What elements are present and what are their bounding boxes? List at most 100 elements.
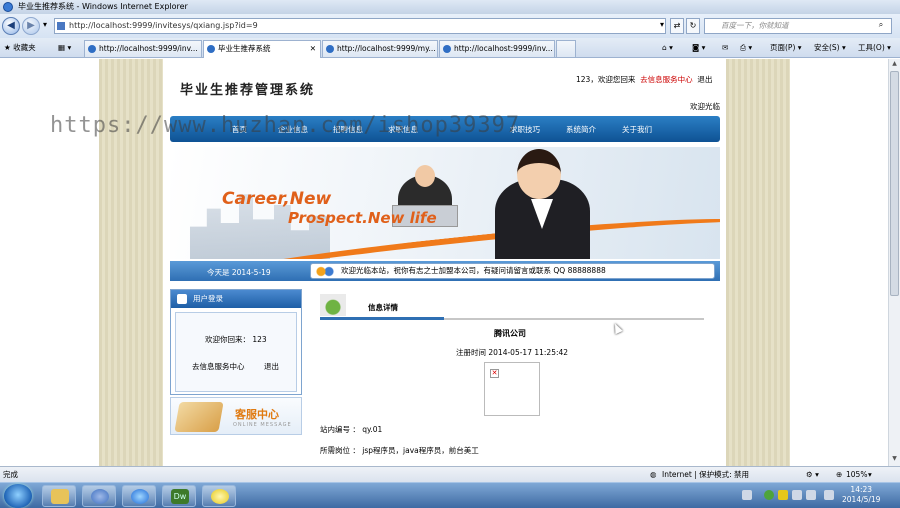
zoom-dropdown-icon[interactable]: ▾	[868, 467, 872, 482]
user-icon	[177, 294, 187, 304]
window-titlebar: 毕业生推荐系统 - Windows Internet Explorer	[0, 0, 900, 14]
zoom-icon: ⊕	[836, 470, 843, 479]
login-center-link[interactable]: 去信息服务中心	[192, 361, 245, 372]
tools-menu[interactable]: 工具(O) ▾	[858, 40, 891, 56]
clock-time: 14:23	[850, 485, 873, 494]
safety-menu[interactable]: 安全(S) ▾	[814, 40, 846, 56]
flag-tray-icon[interactable]	[778, 490, 788, 500]
service-title: 客服中心	[235, 408, 279, 421]
folder-icon	[51, 489, 69, 504]
protected-icon[interactable]: ⚙ ▾	[806, 467, 819, 482]
banner-line2: Prospect.New life	[288, 209, 437, 227]
page-icon	[57, 22, 65, 30]
user-greeting: 123，欢迎您回来	[576, 75, 636, 84]
tab-item-active[interactable]: 毕业生推荐系统 ✕	[203, 40, 321, 58]
logout-link[interactable]: 退出	[697, 75, 712, 84]
favorites-button[interactable]: ★ 收藏夹	[4, 40, 36, 56]
zoom-level[interactable]: 105%	[846, 467, 867, 482]
app-taskbar-button[interactable]	[202, 485, 236, 507]
login-box-title: 用户登录	[193, 294, 223, 303]
scroll-up-icon[interactable]: ▲	[890, 60, 899, 70]
info-header: 信息详情	[320, 294, 704, 320]
company-image-placeholder: ✕	[484, 362, 540, 416]
compat-view-icon[interactable]: ⇄	[670, 18, 684, 34]
address-toolbar: ◀ ▶ ▾ http://localhost:9999/invitesys/qx…	[0, 14, 900, 38]
dreamweaver-taskbar-button[interactable]: Dw	[162, 485, 196, 507]
address-input[interactable]: http://localhost:9999/invitesys/qxiang.j…	[54, 18, 666, 34]
back-button[interactable]: ◀	[2, 17, 20, 35]
refresh-icon[interactable]: ↻	[686, 18, 700, 34]
status-bar: 完成 ◍ Internet | 保护模式: 禁用 ⚙ ▾ ⊕ 105% ▾	[0, 466, 900, 482]
security-zone[interactable]: Internet | 保护模式: 禁用	[662, 467, 749, 482]
keyboard-tray-icon[interactable]	[742, 490, 752, 500]
address-dropdown-icon[interactable]: ▾	[655, 18, 669, 34]
announcement-ticker: 欢迎光临本站，祝你有志之士加盟本公司，有疑问请留言或联系 QQ 88888888	[310, 263, 715, 279]
scroll-thumb[interactable]	[890, 71, 899, 296]
search-icon[interactable]: ⌕	[874, 18, 888, 34]
login-box-body	[175, 312, 297, 392]
ie-taskbar-button[interactable]	[122, 485, 156, 507]
feeds-icon[interactable]: ◙ ▾	[692, 40, 705, 56]
banner: Career,New Prospect.New life	[170, 147, 720, 259]
mail-icon[interactable]: ✉	[722, 40, 728, 56]
announcement-icon	[315, 265, 335, 278]
customer-service-box[interactable]: 客服中心 ONLINE MESSAGE	[170, 397, 302, 435]
ie-tab-icon	[207, 45, 215, 53]
tab-list-icon[interactable]: ▦ ▾	[58, 40, 71, 56]
info-title: 信息详情	[368, 303, 398, 312]
ticker-text: 欢迎光临本站，祝你有志之士加盟本公司，有疑问请留言或联系 QQ 88888888	[341, 266, 606, 275]
tab-bar: ★ 收藏夹 ▦ ▾ http://localhost:9999/inv... 毕…	[0, 38, 900, 58]
businesswoman-image	[495, 149, 590, 259]
login-welcome: 欢迎你回来： 123	[205, 335, 267, 344]
app-icon	[211, 489, 229, 504]
search-placeholder: 百度一下，你就知道	[721, 21, 789, 30]
nav-about-system[interactable]: 系统简介	[566, 124, 596, 135]
login-box-header: 用户登录	[171, 290, 301, 308]
broken-image-icon: ✕	[490, 369, 499, 378]
media-taskbar-button[interactable]	[82, 485, 116, 507]
tray-app-icon[interactable]	[764, 490, 774, 500]
nav-about-us[interactable]: 关于我们	[622, 124, 652, 135]
company-name: 腾讯公司	[494, 329, 526, 338]
right-decoration	[726, 59, 790, 466]
window-title: 毕业生推荐系统 - Windows Internet Explorer	[18, 2, 188, 11]
tab-label: http://localhost:9999/my...	[337, 44, 436, 53]
user-line: 123，欢迎您回来 去信息服务中心 退出	[576, 74, 712, 85]
watermark: https://www.huzhan.com/ishop39397	[50, 113, 521, 138]
ie-tab-icon	[326, 45, 334, 53]
explorer-taskbar-button[interactable]	[42, 485, 76, 507]
system-clock[interactable]: 14:23 2014/5/19	[842, 485, 880, 505]
search-input[interactable]: 百度一下，你就知道	[704, 18, 892, 34]
tab-item[interactable]: http://localhost:9999/inv...	[84, 40, 202, 57]
page-menu[interactable]: 页面(P) ▾	[770, 40, 802, 56]
clock-date: 2014/5/19	[842, 495, 881, 504]
new-tab-button[interactable]	[556, 40, 576, 57]
speaker-tray-icon[interactable]	[824, 490, 834, 500]
vertical-scrollbar[interactable]: ▲ ▼	[888, 59, 900, 466]
today-date: 今天是 2014-5-19	[207, 268, 271, 277]
history-dropdown-icon[interactable]: ▾	[38, 18, 52, 34]
registration-time: 注册时间 2014-05-17 11:25:42	[456, 348, 569, 357]
favorites-label: 收藏夹	[13, 43, 36, 52]
banner-line1: Career,New	[222, 189, 332, 209]
scroll-down-icon[interactable]: ▼	[890, 455, 899, 465]
dreamweaver-icon: Dw	[171, 489, 189, 504]
ie-tab-icon	[443, 45, 451, 53]
close-tab-icon[interactable]: ✕	[310, 41, 316, 56]
service-subtitle: ONLINE MESSAGE	[233, 422, 292, 428]
taskbar: Dw 14:23 2014/5/19	[0, 482, 900, 508]
tab-item[interactable]: http://localhost:9999/inv...	[439, 40, 555, 57]
volume-tray-icon[interactable]	[806, 490, 816, 500]
login-logout-link[interactable]: 退出	[264, 361, 279, 372]
tab-item[interactable]: http://localhost:9999/my...	[322, 40, 438, 57]
status-text: 完成	[3, 470, 18, 479]
address-url: http://localhost:9999/invitesys/qxiang.j…	[69, 21, 258, 30]
tab-label: http://localhost:9999/inv...	[99, 44, 198, 53]
home-icon[interactable]: ⌂ ▾	[662, 40, 673, 56]
start-button[interactable]	[4, 484, 32, 508]
network-tray-icon[interactable]	[792, 490, 802, 500]
user-center-link[interactable]: 去信息服务中心	[640, 75, 693, 84]
tab-label: 毕业生推荐系统	[218, 44, 271, 53]
service-icon	[174, 402, 224, 432]
print-icon[interactable]: ⎙ ▾	[740, 40, 752, 56]
